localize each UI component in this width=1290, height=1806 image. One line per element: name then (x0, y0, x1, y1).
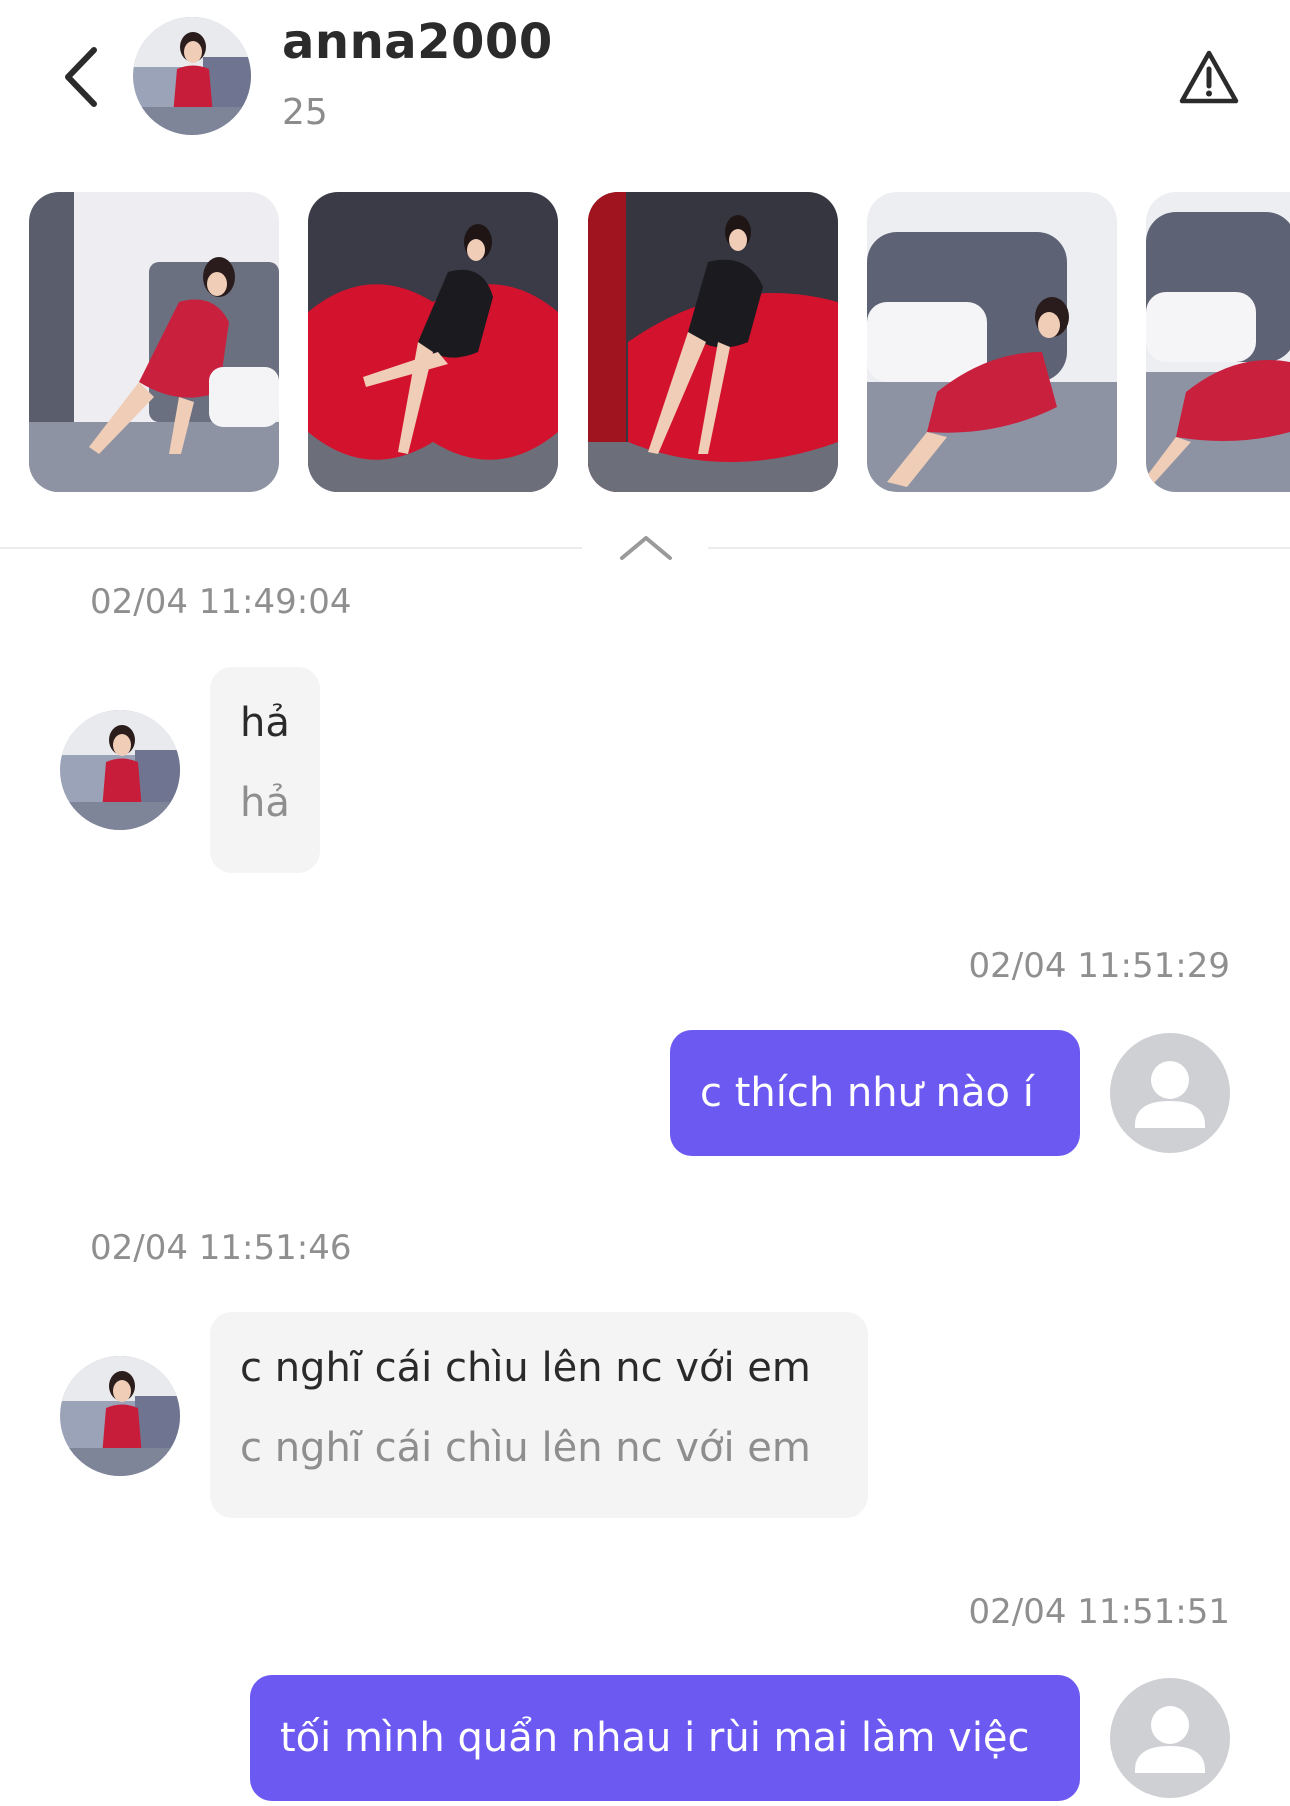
sender-avatar[interactable] (60, 1356, 180, 1476)
sender-avatar[interactable] (60, 710, 180, 830)
message-translation: hả (240, 780, 290, 826)
message-text: hả (240, 700, 290, 746)
my-avatar[interactable] (1110, 1678, 1230, 1798)
incoming-message-bubble[interactable]: hả hả (210, 667, 320, 873)
collapse-gallery-button[interactable] (616, 530, 676, 564)
gallery-photo[interactable] (588, 192, 838, 492)
message-timestamp: 02/04 11:51:51 (968, 1592, 1231, 1632)
gallery-photo[interactable] (1146, 192, 1290, 492)
message-timestamp: 02/04 11:49:04 (90, 582, 352, 622)
profile-age: 25 (282, 92, 328, 133)
gallery-photo[interactable] (29, 192, 279, 492)
message-text: tối mình quẩn nhau i rùi mai làm việc (280, 1715, 1030, 1761)
message-timestamp: 02/04 11:51:46 (90, 1228, 352, 1268)
message-translation: c nghĩ cái chìu lên nc với em (240, 1425, 811, 1471)
chat-header: anna2000 25 (0, 0, 1290, 160)
photo-gallery[interactable] (0, 192, 1290, 494)
gallery-photo[interactable] (867, 192, 1117, 492)
profile-avatar[interactable] (133, 17, 251, 135)
chevron-left-icon (65, 47, 97, 107)
warning-triangle-icon (1179, 50, 1239, 104)
message-text: c nghĩ cái chìu lên nc với em (240, 1345, 811, 1391)
incoming-message-bubble[interactable]: c nghĩ cái chìu lên nc với em c nghĩ cái… (210, 1312, 868, 1518)
report-button[interactable] (1178, 48, 1240, 106)
back-button[interactable] (58, 42, 108, 112)
outgoing-message-bubble[interactable]: tối mình quẩn nhau i rùi mai làm việc (250, 1675, 1080, 1801)
user-placeholder-icon (1135, 1061, 1205, 1128)
message-timestamp: 02/04 11:51:29 (968, 946, 1231, 986)
user-placeholder-icon (1135, 1706, 1205, 1773)
gallery-photo[interactable] (308, 192, 558, 492)
my-avatar[interactable] (1110, 1033, 1230, 1153)
divider (0, 547, 582, 549)
outgoing-message-bubble[interactable]: c thích như nào í (670, 1030, 1080, 1156)
message-text: c thích như nào í (700, 1070, 1034, 1116)
profile-username[interactable]: anna2000 (282, 14, 553, 70)
chevron-up-icon (620, 536, 672, 560)
divider (708, 547, 1290, 549)
